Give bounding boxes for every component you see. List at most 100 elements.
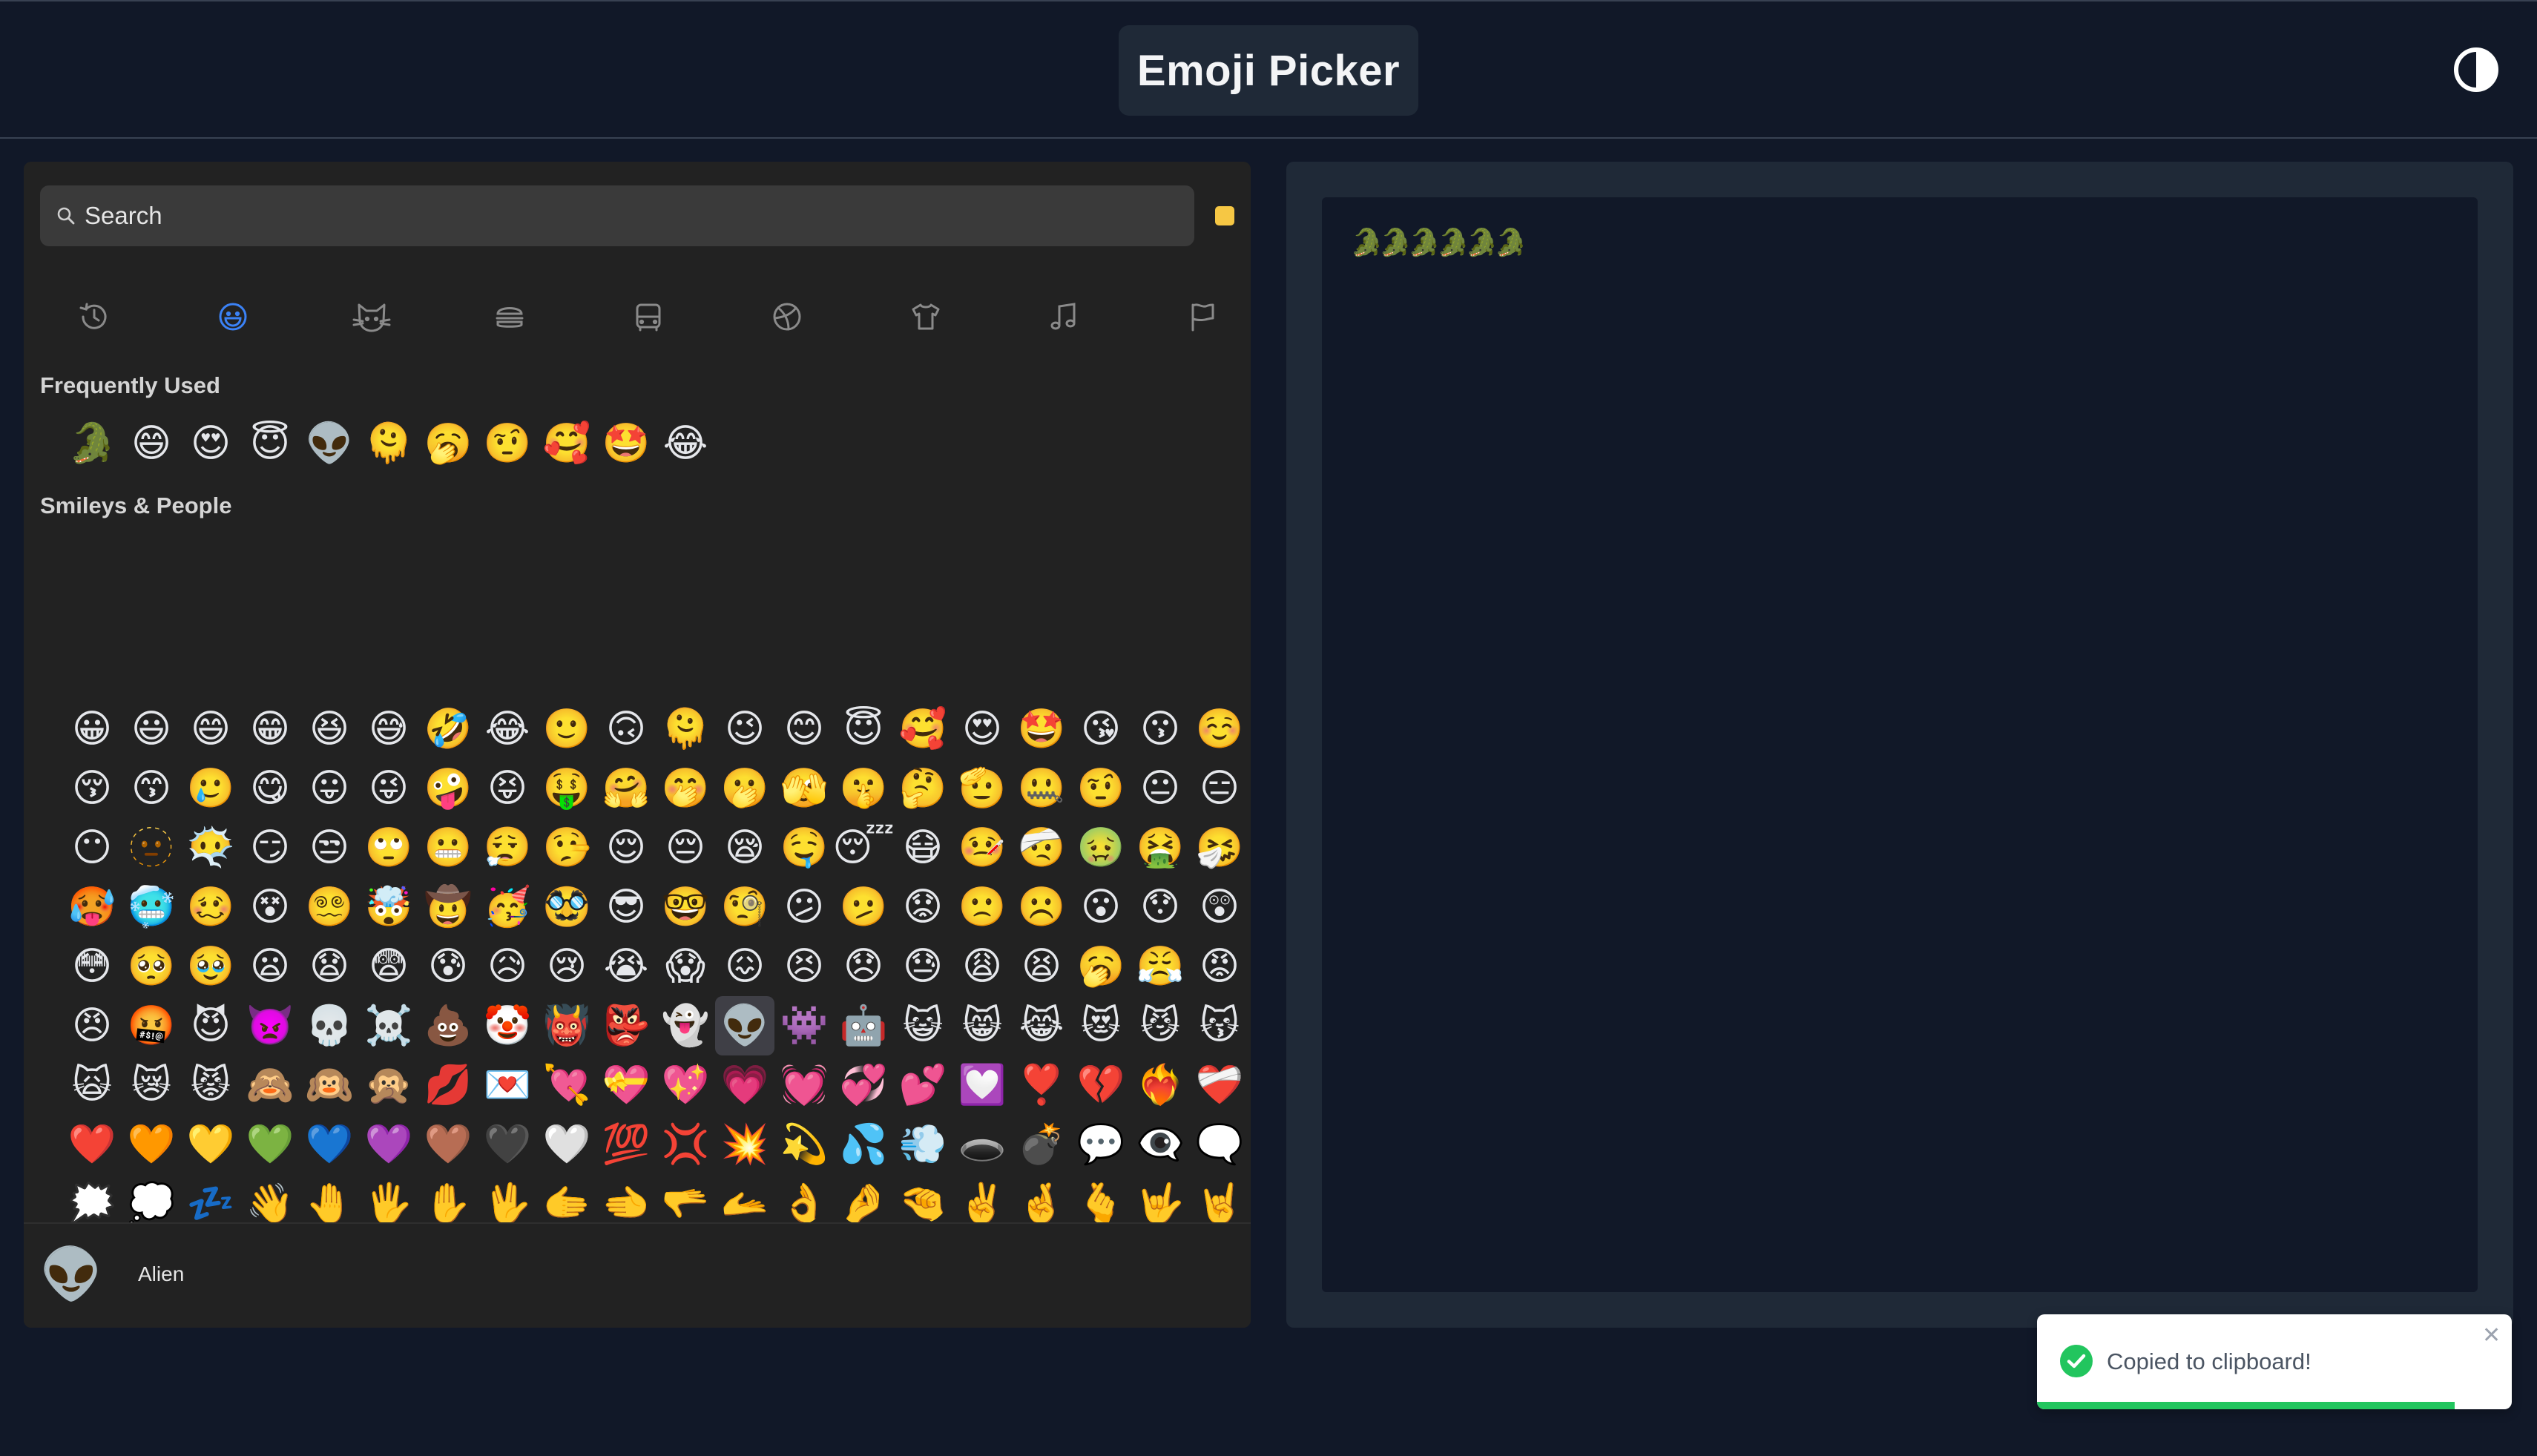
search-box[interactable] <box>40 185 1194 246</box>
frequent-emoji-button[interactable]: 🥱 <box>418 414 478 473</box>
smiley-emoji-button[interactable]: 💥 <box>715 1115 774 1174</box>
smiley-emoji-button[interactable]: 😱 <box>656 937 715 996</box>
smiley-emoji-button[interactable]: 🫣 <box>774 759 834 818</box>
smiley-emoji-button[interactable]: 😸 <box>952 996 1012 1055</box>
frequent-emoji-button[interactable]: 🐊 <box>62 414 122 473</box>
smiley-emoji-button[interactable]: 😚 <box>62 759 122 818</box>
smiley-emoji-button[interactable]: ❣️ <box>1012 1055 1071 1115</box>
smiley-emoji-button[interactable]: 😲 <box>1190 877 1249 937</box>
smiley-emoji-button[interactable]: 🧐 <box>715 877 774 937</box>
smiley-emoji-button[interactable]: 🤠 <box>418 877 478 937</box>
smiley-emoji-button[interactable]: 🙂 <box>537 699 596 759</box>
smiley-emoji-button[interactable]: 💟 <box>952 1055 1012 1115</box>
smiley-emoji-button[interactable]: 💕 <box>893 1055 952 1115</box>
smiley-emoji-button[interactable]: 😷 <box>893 818 952 877</box>
smiley-emoji-button[interactable]: 🤯 <box>359 877 418 937</box>
smiley-emoji-button[interactable]: 🕳️ <box>952 1115 1012 1174</box>
smiley-emoji-button[interactable]: 👁️‍🗨️ <box>1131 1115 1190 1174</box>
smiley-emoji-button[interactable]: 💨 <box>893 1115 952 1174</box>
smiley-emoji-button[interactable]: 🥱 <box>1071 937 1131 996</box>
smiley-emoji-button[interactable]: 💓 <box>774 1055 834 1115</box>
smiley-emoji-button[interactable]: 🥰 <box>893 699 952 759</box>
frequent-emoji-button[interactable]: 🤨 <box>478 414 537 473</box>
smiley-emoji-button[interactable]: 👾 <box>774 996 834 1055</box>
smiley-emoji-button[interactable]: 😎 <box>596 877 656 937</box>
smiley-emoji-button[interactable]: 😻 <box>1071 996 1131 1055</box>
smiley-emoji-button[interactable]: 😼 <box>1131 996 1190 1055</box>
smiley-emoji-button[interactable]: 😖 <box>715 937 774 996</box>
smiley-emoji-button[interactable]: 💩 <box>418 996 478 1055</box>
smiley-emoji-button[interactable]: 😵 <box>240 877 300 937</box>
smiley-emoji-button[interactable]: 👹 <box>537 996 596 1055</box>
smiley-emoji-button[interactable]: 🙄 <box>359 818 418 877</box>
smiley-emoji-button[interactable]: 🤑 <box>537 759 596 818</box>
smiley-emoji-button[interactable]: 🤪 <box>418 759 478 818</box>
smiley-emoji-button[interactable]: 💜 <box>359 1115 418 1174</box>
smiley-emoji-button[interactable]: ☹️ <box>1012 877 1071 937</box>
smiley-emoji-button[interactable]: 💫 <box>774 1115 834 1174</box>
tab-animals[interactable] <box>340 285 404 349</box>
smiley-emoji-button[interactable]: 😂 <box>478 699 537 759</box>
smiley-emoji-button[interactable]: 🤍 <box>537 1115 596 1174</box>
tab-smileys[interactable] <box>201 285 265 349</box>
smiley-emoji-button[interactable]: 🥺 <box>122 937 181 996</box>
smiley-emoji-button[interactable]: 🫢 <box>715 759 774 818</box>
smiley-emoji-button[interactable]: 😛 <box>300 759 359 818</box>
smiley-emoji-button[interactable]: 😐 <box>1131 759 1190 818</box>
smiley-emoji-button[interactable]: 🤖 <box>834 996 893 1055</box>
smiley-emoji-button[interactable]: ☠️ <box>359 996 418 1055</box>
smiley-emoji-button[interactable]: 💯 <box>596 1115 656 1174</box>
smiley-emoji-button[interactable]: 😉 <box>715 699 774 759</box>
smiley-emoji-button[interactable]: 😜 <box>359 759 418 818</box>
smiley-emoji-button[interactable]: 💘 <box>537 1055 596 1115</box>
tab-food[interactable] <box>478 285 542 349</box>
smiley-emoji-button[interactable]: ❤️‍🩹 <box>1190 1055 1249 1115</box>
smiley-emoji-button[interactable]: 😁 <box>240 699 300 759</box>
smiley-emoji-button[interactable]: 😃 <box>122 699 181 759</box>
smiley-emoji-button[interactable]: 🙀 <box>62 1055 122 1115</box>
smiley-emoji-button[interactable]: 💬 <box>1071 1115 1131 1174</box>
smiley-emoji-button[interactable]: 💞 <box>834 1055 893 1115</box>
smiley-emoji-button[interactable]: 😮‍💨 <box>478 818 537 877</box>
smiley-emoji-button[interactable]: 💚 <box>240 1115 300 1174</box>
smiley-emoji-button[interactable]: 🤧 <box>1190 818 1249 877</box>
frequent-emoji-button[interactable]: 😇 <box>240 414 300 473</box>
smiley-emoji-button[interactable]: 😔 <box>656 818 715 877</box>
smiley-emoji-button[interactable]: 🤗 <box>596 759 656 818</box>
smiley-emoji-button[interactable]: 🙉 <box>300 1055 359 1115</box>
smiley-emoji-button[interactable]: 🗨️ <box>1190 1115 1249 1174</box>
smiley-emoji-button[interactable]: 😳 <box>62 937 122 996</box>
smiley-emoji-button[interactable]: 🙈 <box>240 1055 300 1115</box>
smiley-emoji-button[interactable]: 🤓 <box>656 877 715 937</box>
smiley-emoji-button[interactable]: 🥶 <box>122 877 181 937</box>
smiley-emoji-button[interactable]: 🤒 <box>952 818 1012 877</box>
smiley-emoji-button[interactable]: 🫡 <box>952 759 1012 818</box>
smiley-emoji-button[interactable]: 😏 <box>240 818 300 877</box>
smiley-emoji-button[interactable]: 💝 <box>596 1055 656 1115</box>
smiley-emoji-button[interactable]: 😠 <box>62 996 122 1055</box>
search-input[interactable] <box>85 202 1123 230</box>
smiley-emoji-button[interactable]: 😫 <box>1012 937 1071 996</box>
frequent-emoji-button[interactable]: 🫠 <box>359 414 418 473</box>
smiley-emoji-button[interactable]: 👺 <box>596 996 656 1055</box>
smiley-emoji-button[interactable]: 🫠 <box>656 699 715 759</box>
smiley-emoji-button[interactable]: 🤭 <box>656 759 715 818</box>
smiley-emoji-button[interactable]: ❤️‍🔥 <box>1131 1055 1190 1115</box>
tab-travel[interactable] <box>616 285 680 349</box>
smiley-emoji-button[interactable]: 😄 <box>181 699 240 759</box>
smiley-emoji-button[interactable]: 👻 <box>656 996 715 1055</box>
smiley-emoji-button[interactable]: 😊 <box>774 699 834 759</box>
smiley-emoji-button[interactable]: 👿 <box>240 996 300 1055</box>
smiley-emoji-button[interactable]: 🤔 <box>893 759 952 818</box>
smiley-emoji-button[interactable]: 😘 <box>1071 699 1131 759</box>
output-text-area[interactable]: 🐊🐊🐊🐊🐊🐊 <box>1322 197 2478 1292</box>
smiley-emoji-button[interactable]: 😥 <box>478 937 537 996</box>
smiley-emoji-button[interactable]: 🤡 <box>478 996 537 1055</box>
smiley-emoji-button[interactable]: 😮 <box>1071 877 1131 937</box>
smiley-emoji-button[interactable]: 💢 <box>656 1115 715 1174</box>
smiley-emoji-button[interactable]: 😭 <box>596 937 656 996</box>
smiley-emoji-button[interactable]: 💗 <box>715 1055 774 1115</box>
smiley-emoji-button[interactable]: 😦 <box>240 937 300 996</box>
smiley-emoji-button[interactable]: 💋 <box>418 1055 478 1115</box>
smiley-emoji-button[interactable]: 🫤 <box>834 877 893 937</box>
